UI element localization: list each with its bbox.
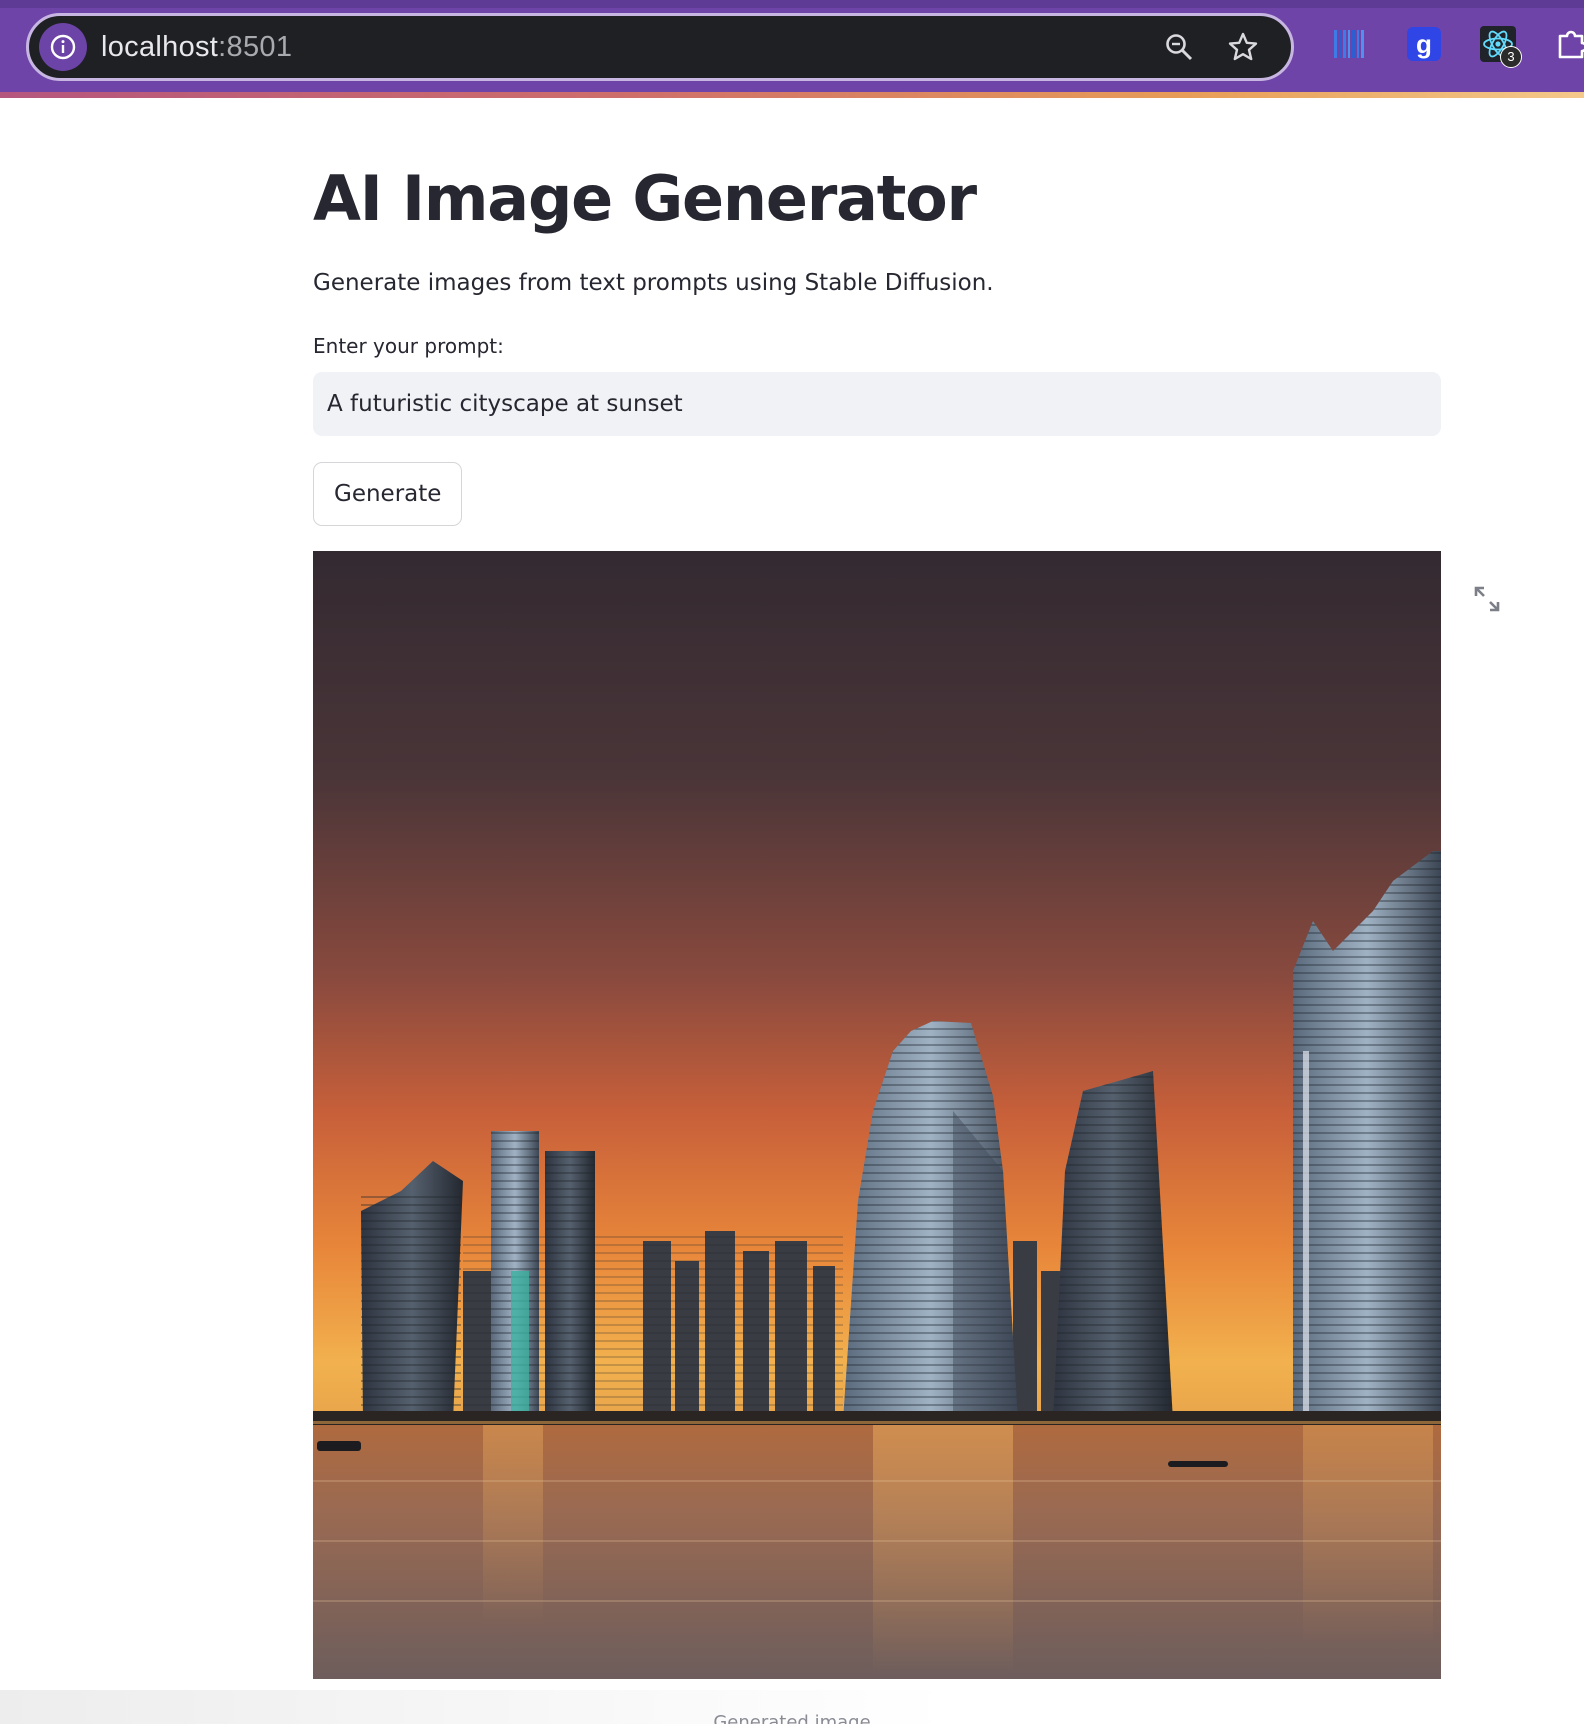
bars-extension-button[interactable] xyxy=(1330,24,1370,64)
url-host: localhost xyxy=(101,30,219,63)
grammar-extension-button[interactable]: g xyxy=(1404,24,1444,64)
fullscreen-expand-icon xyxy=(1474,586,1500,612)
extensions-area: g 3 xyxy=(1330,24,1584,68)
zoom-button[interactable] xyxy=(1161,29,1197,65)
loading-accent-line xyxy=(0,92,1584,98)
prompt-input[interactable] xyxy=(313,371,1441,436)
generated-image-container xyxy=(313,550,1441,1679)
generated-image xyxy=(313,550,1441,1679)
generate-button[interactable]: Generate xyxy=(313,461,463,526)
url-port: :8501 xyxy=(218,30,293,63)
image-caption: Generated image xyxy=(713,1712,871,1724)
zoom-out-icon xyxy=(1166,34,1193,61)
address-bar-actions xyxy=(1161,29,1261,65)
url-text[interactable]: localhost:8501 xyxy=(101,31,292,64)
react-devtools-button[interactable]: 3 xyxy=(1478,24,1522,68)
grammar-g-extension-icon: g xyxy=(1407,27,1441,61)
browser-toolbar: localhost:8501 g 3 xyxy=(0,0,1584,92)
puzzle-extensions-icon xyxy=(1558,30,1584,59)
address-bar[interactable]: localhost:8501 xyxy=(26,13,1294,81)
bars-extension-icon xyxy=(1334,30,1364,58)
site-info-button[interactable] xyxy=(39,23,87,71)
info-icon xyxy=(50,34,76,60)
page-title: AI Image Generator xyxy=(313,162,977,235)
prompt-label: Enter your prompt: xyxy=(313,333,504,358)
bookmark-button[interactable] xyxy=(1225,29,1261,65)
react-devtools-badge: 3 xyxy=(1500,46,1522,68)
main-content: AI Image Generator Generate images from … xyxy=(313,160,1441,1679)
fullscreen-button[interactable] xyxy=(1470,582,1504,616)
page-subtitle: Generate images from text prompts using … xyxy=(313,269,994,296)
bookmark-star-icon xyxy=(1228,32,1258,61)
extensions-menu-button[interactable] xyxy=(1552,24,1584,64)
